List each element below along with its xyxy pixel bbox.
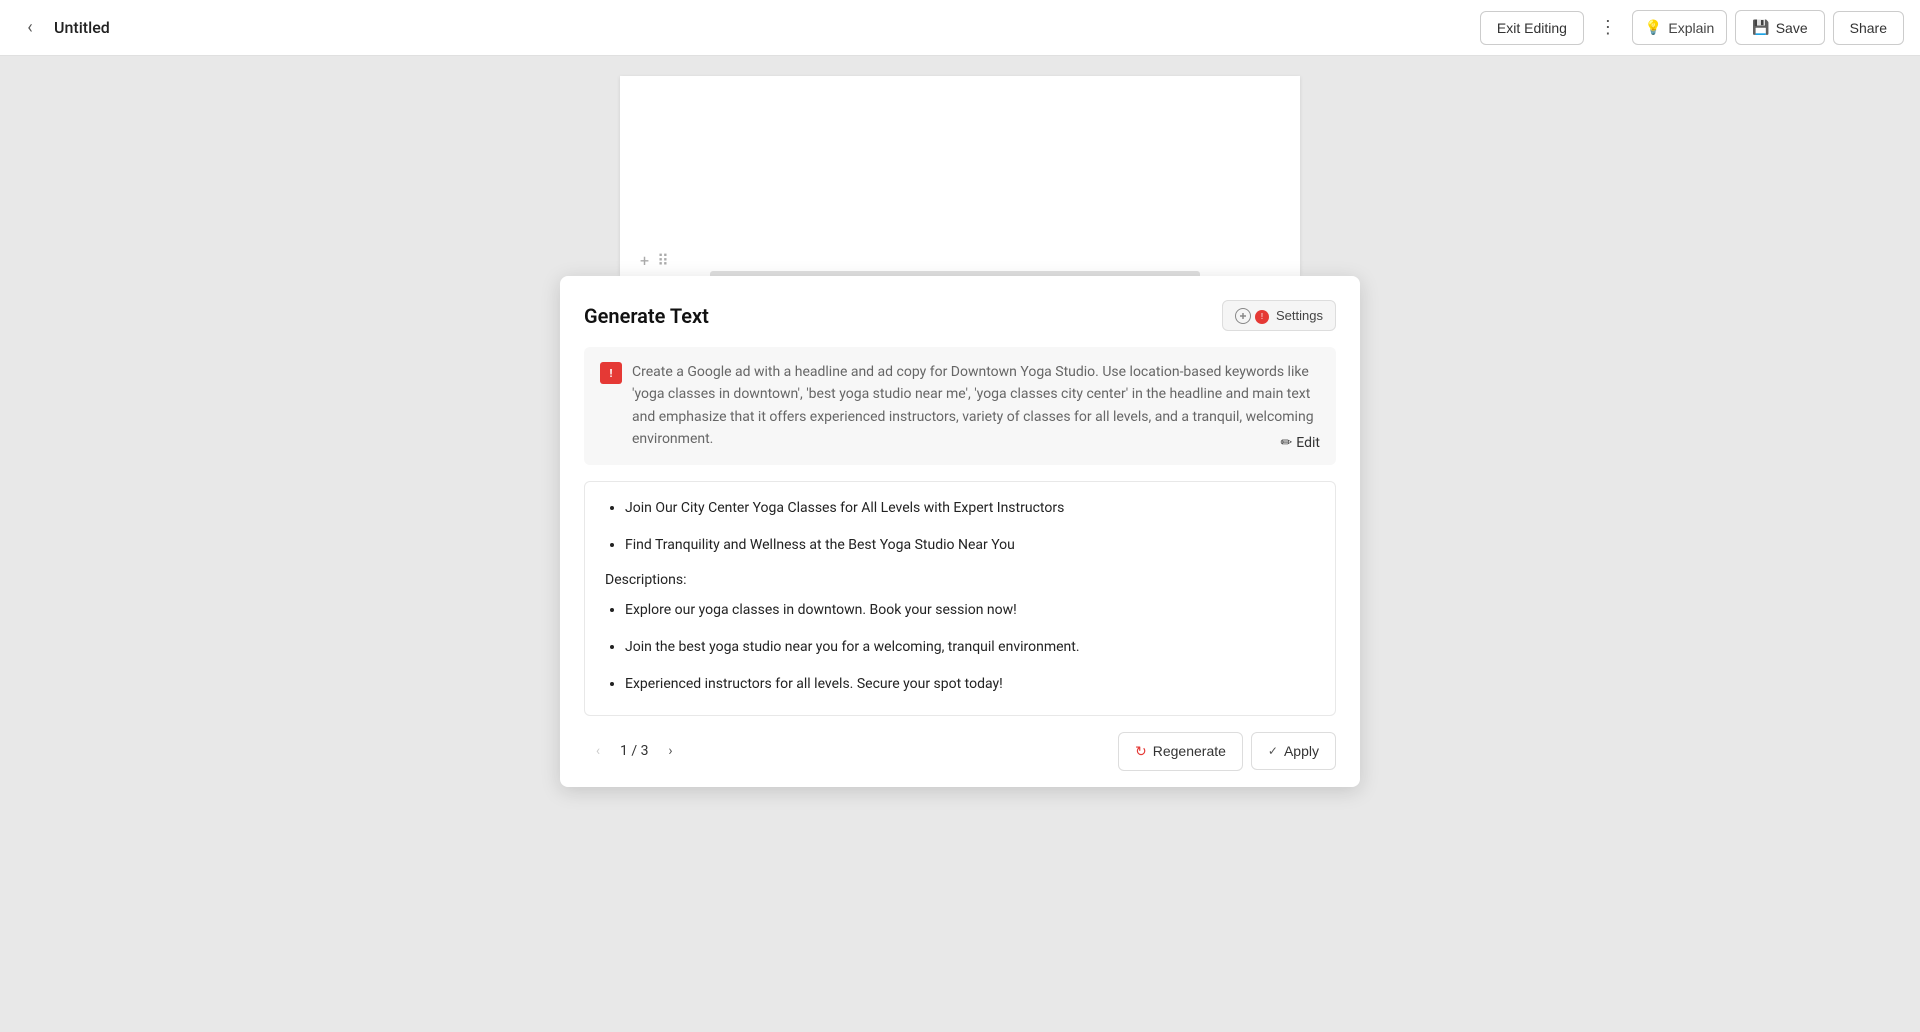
save-label: Save: [1776, 20, 1808, 36]
settings-badge: !: [1235, 307, 1270, 324]
pagination: ‹ 1 / 3 ›: [584, 737, 684, 765]
regenerate-button[interactable]: ↻ Regenerate: [1118, 732, 1243, 771]
pagination-next-button[interactable]: ›: [656, 737, 684, 765]
share-button[interactable]: Share: [1833, 11, 1904, 45]
explain-label: Explain: [1668, 20, 1714, 36]
topbar-right: Exit Editing ⋮ 💡 Explain 💾 Save Share: [1480, 10, 1904, 45]
block-controls: + ⠿: [640, 251, 669, 270]
topbar-left: ‹ Untitled: [16, 14, 1472, 42]
pagination-prev-button[interactable]: ‹: [584, 737, 612, 765]
main-content: + ⠿ Generate Text ! Settings !: [0, 56, 1920, 1032]
list-item: Find Tranquility and Wellness at the Bes…: [625, 535, 1315, 556]
document-canvas: + ⠿: [620, 76, 1300, 276]
edit-label: Edit: [1296, 435, 1320, 451]
apply-button[interactable]: ✓ Apply: [1251, 732, 1336, 770]
settings-badge-number: !: [1255, 310, 1269, 324]
results-area[interactable]: Join Our City Center Yoga Classes for Al…: [584, 481, 1336, 716]
descriptions-title: Descriptions:: [605, 572, 1315, 588]
apply-label: Apply: [1284, 743, 1319, 759]
back-button[interactable]: ‹: [16, 14, 44, 42]
prompt-text: Create a Google ad with a headline and a…: [632, 361, 1320, 451]
modal-header: Generate Text ! Settings: [560, 276, 1360, 347]
list-item: Experienced instructors for all levels. …: [625, 674, 1315, 695]
save-icon: 💾: [1752, 19, 1769, 36]
regenerate-icon: ↻: [1135, 743, 1147, 760]
pagination-current: 1 / 3: [620, 743, 648, 759]
settings-label: Settings: [1276, 308, 1323, 323]
more-menu-button[interactable]: ⋮: [1592, 12, 1624, 44]
add-block-button[interactable]: +: [640, 251, 649, 270]
edit-icon: ✏: [1281, 435, 1293, 451]
explain-icon: 💡: [1645, 19, 1662, 36]
modal-footer: ‹ 1 / 3 › ↻ Regenerate ✓ Apply: [560, 716, 1360, 787]
modal-title: Generate Text: [584, 304, 709, 328]
explain-button[interactable]: 💡 Explain: [1632, 10, 1727, 45]
settings-button[interactable]: ! Settings: [1222, 300, 1336, 331]
descriptions-list: Explore our yoga classes in downtown. Bo…: [605, 600, 1315, 695]
generate-text-modal: Generate Text ! Settings ! Create a Goog…: [560, 276, 1360, 787]
list-item: Join the best yoga studio near you for a…: [625, 637, 1315, 658]
save-button[interactable]: 💾 Save: [1735, 10, 1824, 45]
more-icon: ⋮: [1599, 17, 1617, 38]
page-title: Untitled: [54, 18, 110, 37]
prompt-icon: !: [600, 362, 622, 384]
edit-button[interactable]: ✏ Edit: [1281, 435, 1320, 451]
exit-editing-button[interactable]: Exit Editing: [1480, 11, 1584, 45]
regenerate-label: Regenerate: [1153, 743, 1226, 759]
prompt-area: ! Create a Google ad with a headline and…: [584, 347, 1336, 465]
drag-block-button[interactable]: ⠿: [657, 251, 669, 270]
footer-actions: ↻ Regenerate ✓ Apply: [1118, 732, 1336, 771]
topbar: ‹ Untitled Exit Editing ⋮ 💡 Explain 💾 Sa…: [0, 0, 1920, 56]
checkmark-icon: ✓: [1268, 744, 1278, 758]
list-item: Explore our yoga classes in downtown. Bo…: [625, 600, 1315, 621]
headlines-list: Join Our City Center Yoga Classes for Al…: [605, 498, 1315, 556]
list-item: Join Our City Center Yoga Classes for Al…: [625, 498, 1315, 519]
